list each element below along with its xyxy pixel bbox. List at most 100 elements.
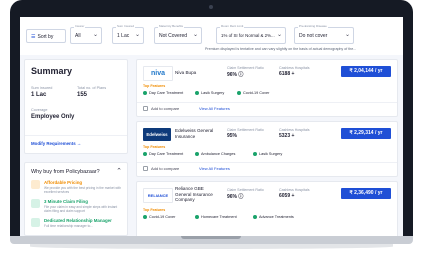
- sort-label: Sort by: [37, 34, 54, 40]
- check-icon: [195, 152, 199, 156]
- chevron-down-icon: ⌄: [92, 32, 98, 38]
- insurer-value: All: [75, 33, 81, 39]
- top-features-title: Top Features: [143, 208, 166, 212]
- plans-list: niva Niva Bupa Claim Settlement Ratio 96…: [132, 55, 403, 236]
- why-buy-title: Why buy from Policybazaar?: [31, 169, 100, 175]
- chevron-up-icon[interactable]: ⌃: [116, 167, 122, 175]
- feature-item: Day Care Treatment: [143, 152, 183, 156]
- room-rent-value: 1% of SI for Normal & 2%...: [221, 33, 275, 38]
- claim-ratio-label: Claim Settlement Ratio: [227, 128, 264, 132]
- top-features-title: Top Features: [143, 145, 166, 149]
- pre-existing-value: Do not cover: [299, 33, 328, 39]
- why-item-desc: Full time relationship manager to...: [44, 224, 93, 228]
- left-panel: Summary Sum insured 1 Lac Total no. of P…: [20, 55, 132, 236]
- camera-icon: [209, 5, 213, 9]
- feature-item: Covid-19 Cover: [143, 215, 175, 219]
- laptop-screen: ☰ Sort by Insurer All ⌄ Sum Insured 1 Lac…: [20, 17, 403, 236]
- laptop-notch: [181, 236, 241, 239]
- insurer-logo: Edelweiss: [143, 128, 171, 141]
- hospitals-value: 5323 +: [279, 133, 295, 139]
- laptop-shadow: [30, 244, 393, 249]
- compare-label[interactable]: Add to compare: [151, 106, 179, 111]
- why-item-title: 3 Minute Claim Filing: [44, 199, 88, 204]
- plan-card: RELIANCE Reliance GBE General Insurance …: [136, 181, 398, 236]
- view-all-features-link[interactable]: View All Features: [199, 106, 230, 111]
- plan-name: Edelweiss General Insurance: [175, 128, 214, 139]
- premium-button[interactable]: ₹ 2,04,144 / yr: [341, 66, 391, 77]
- compare-row: Add to compare View All Features: [137, 162, 397, 175]
- insurer-label: Insurer: [74, 24, 86, 28]
- room-rent-label: Room Rent Limit: [220, 24, 245, 28]
- check-icon: [195, 91, 199, 95]
- benefits-value: Not Covered: [159, 33, 188, 39]
- laptop-frame: ☰ Sort by Insurer All ⌄ Sum Insured 1 Lac…: [10, 0, 413, 253]
- check-icon: [253, 152, 257, 156]
- why-item-title: Affordable Pricing: [44, 180, 83, 185]
- check-icon: [143, 91, 147, 95]
- claim-ratio-value: 95%: [227, 133, 238, 139]
- check-icon: [237, 91, 241, 95]
- feature-item: Covid-19 Cover: [237, 91, 269, 95]
- compare-checkbox[interactable]: [143, 106, 148, 111]
- chevron-down-icon: ⌄: [276, 32, 282, 38]
- why-item-desc: File your claim in easy and simple steps…: [44, 205, 118, 213]
- hospitals-label: Cashless Hospitals: [279, 128, 310, 132]
- check-icon: [253, 215, 257, 219]
- premium-button[interactable]: ₹ 2,36,490 / yr: [341, 188, 391, 199]
- why-buy-card: Why buy from Policybazaar? ⌃ Affordable …: [24, 162, 128, 236]
- check-icon: [195, 215, 199, 219]
- claim-ratio-value: 96% ⓘ: [227, 72, 244, 78]
- price-tag-icon: [31, 180, 40, 189]
- feature-item: Advance Treatments: [253, 215, 294, 219]
- view-all-features-link[interactable]: View All Features: [199, 166, 230, 171]
- claim-ratio-value: 96% ⓘ: [227, 194, 244, 200]
- chevron-down-icon: ⌄: [192, 32, 198, 38]
- claim-ratio-label: Claim Settlement Ratio: [227, 188, 264, 192]
- plan-card: niva Niva Bupa Claim Settlement Ratio 96…: [136, 59, 398, 117]
- coverage-label: Coverage: [31, 108, 48, 112]
- insurer-logo: RELIANCE: [143, 188, 173, 203]
- why-item-title: Dedicated Relationship Manager: [44, 218, 112, 223]
- plans-count-label: Total no. of Plans: [77, 86, 107, 90]
- sum-insured-value: 1 Lac: [31, 92, 47, 98]
- benefits-label: Maternity Benefits: [158, 24, 185, 28]
- benefits-dropdown[interactable]: Maternity Benefits Not Covered ⌄: [154, 24, 202, 44]
- sum-insured-dropdown[interactable]: Sum Insured 1 Lac ⌄: [112, 24, 144, 44]
- sum-insured-label: Sum insured: [31, 86, 53, 90]
- pre-existing-dropdown[interactable]: Pre-Existing Disease Do not cover ⌄: [294, 24, 354, 44]
- compare-label[interactable]: Add to compare: [151, 166, 179, 171]
- summary-card: Summary Sum insured 1 Lac Total no. of P…: [24, 59, 128, 154]
- hospitals-value: 6059 +: [279, 193, 295, 199]
- manager-icon: [31, 218, 40, 227]
- why-item-desc: We provide you with the best pricing in …: [44, 186, 122, 194]
- hospitals-label: Cashless Hospitals: [279, 188, 310, 192]
- sort-button[interactable]: ☰ Sort by: [26, 29, 66, 43]
- plan-card: Edelweiss Edelweiss General Insurance Cl…: [136, 121, 398, 177]
- top-features-title: Top Features: [143, 84, 166, 88]
- sort-icon: ☰: [31, 34, 36, 40]
- filter-bar: ☰ Sort by Insurer All ⌄ Sum Insured 1 Lac…: [20, 17, 403, 56]
- summary-title: Summary: [31, 66, 73, 76]
- feature-item: Homecare Treatment: [195, 215, 237, 219]
- premium-button[interactable]: ₹ 2,29,314 / yr: [341, 128, 391, 139]
- feature-item: Lasik Surgery: [195, 91, 224, 95]
- sum-insured-value: 1 Lac: [117, 33, 130, 39]
- feature-item: Ambulance Charges: [195, 152, 235, 156]
- room-rent-dropdown[interactable]: Room Rent Limit 1% of SI for Normal & 2%…: [216, 24, 286, 44]
- plan-name: Reliance GBE General Insurance Company: [175, 186, 213, 202]
- check-icon: [143, 215, 147, 219]
- hospitals-value: 6188 +: [279, 71, 295, 77]
- compare-row: Add to compare View All Features: [137, 102, 397, 115]
- chevron-down-icon: ⌄: [134, 32, 140, 38]
- claim-ratio-label: Claim Settlement Ratio: [227, 66, 264, 70]
- premium-note: Premium displayed is tentative and can v…: [205, 47, 357, 51]
- plan-name: Niva Bupa: [175, 70, 197, 75]
- divider: [25, 135, 127, 136]
- coverage-value: Employee Only: [31, 114, 75, 120]
- pre-existing-label: Pre-Existing Disease: [298, 24, 328, 28]
- insurer-dropdown[interactable]: Insurer All ⌄: [70, 24, 102, 44]
- chevron-down-icon: ⌄: [344, 32, 350, 38]
- modify-requirements-link[interactable]: Modify Requirements →: [31, 141, 81, 146]
- compare-checkbox[interactable]: [143, 166, 148, 171]
- check-icon: [143, 152, 147, 156]
